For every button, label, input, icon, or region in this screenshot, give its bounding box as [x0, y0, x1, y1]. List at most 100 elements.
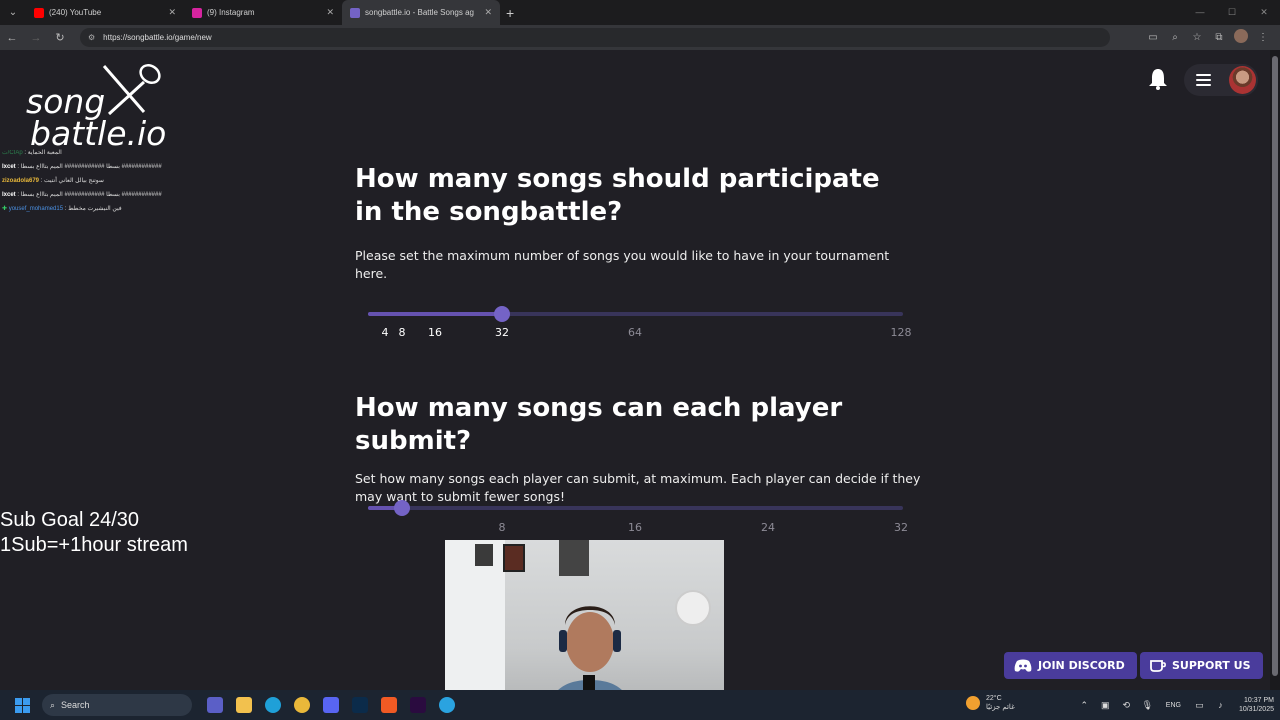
slider-fill [368, 312, 502, 316]
windows-start-icon[interactable] [8, 697, 36, 713]
sub-goal-overlay: Sub Goal 24/30 1Sub=+1hour stream [0, 508, 188, 558]
support-us-button[interactable]: SUPPORT US [1140, 652, 1263, 679]
tick-label: 16 [428, 326, 442, 339]
tick-label: 24 [761, 521, 775, 534]
reload-icon[interactable]: ↻ [48, 31, 72, 44]
sub-goal-note: 1Sub=+1hour stream [0, 534, 188, 556]
display-icon[interactable]: ▭ [1189, 700, 1210, 711]
avatar [1227, 64, 1258, 96]
songs-per-player-ticks: 8 16 24 32 [368, 521, 913, 535]
max-songs-section: How many songs should participate in the… [355, 163, 915, 283]
user-menu-button[interactable] [1184, 64, 1258, 96]
close-icon[interactable]: ✕ [168, 7, 176, 18]
join-discord-label: JOIN DISCORD [1038, 659, 1125, 672]
site-info-icon[interactable]: ⚙ [88, 33, 95, 42]
edge-icon[interactable] [258, 697, 287, 713]
max-songs-ticks: 4 8 16 32 64 128 [368, 326, 913, 340]
max-songs-slider[interactable] [368, 306, 903, 322]
tick-label: 32 [894, 521, 908, 534]
telegram-icon[interactable] [432, 697, 461, 713]
microphone-logo-icon [102, 64, 161, 116]
chat-message: ✚ yousef_mohamed15 : فين النيشيرت مخطط [2, 206, 122, 212]
songs-per-player-title: How many songs can each player submit? [355, 393, 843, 456]
cast-icon[interactable]: ▭ [1142, 32, 1164, 43]
taskbar-search-input[interactable]: ⌕ Search [42, 694, 192, 716]
weather-widget[interactable]: 22°C غائم جزئيًا [966, 694, 1015, 712]
back-icon[interactable]: ← [0, 32, 24, 44]
brave-icon[interactable] [374, 697, 403, 713]
notification-bell-icon[interactable] [1148, 68, 1168, 90]
max-songs-title: How many songs should participate in the… [355, 164, 880, 227]
tray-app-icon[interactable]: ⟲ [1116, 700, 1137, 711]
tab-songbattle[interactable]: songbattle.io - Battle Songs ag ✕ [342, 0, 500, 25]
weather-text: غائم جزئيًا [986, 704, 1015, 711]
clock[interactable]: 10:37 PM 10/31/2025 [1239, 696, 1274, 714]
tab-title: (240) YouTube [49, 8, 102, 17]
tab-instagram[interactable]: (9) Instagram ✕ [184, 0, 342, 25]
tab-title: (9) Instagram [207, 8, 255, 17]
join-discord-button[interactable]: JOIN DISCORD [1004, 652, 1137, 679]
slider-handle[interactable] [394, 500, 410, 516]
sub-goal-line: Sub Goal 24/30 [0, 509, 139, 531]
tab-search-icon[interactable]: ⌄ [0, 0, 26, 25]
tick-label: 64 [628, 326, 642, 339]
system-tray: ⌃ ▣ ⟲ 🎙 ENG ▭ ♪ 10:37 PM 10/31/2025 [1074, 690, 1275, 720]
slider-handle[interactable] [494, 306, 510, 322]
browser-tabbar: ⌄ (240) YouTube ✕ (9) Instagram ✕ songba… [0, 0, 1280, 25]
maximize-icon[interactable]: ☐ [1216, 0, 1248, 25]
close-window-icon[interactable]: ✕ [1248, 0, 1280, 25]
minimize-icon[interactable]: — [1184, 0, 1216, 25]
taskbar-search-label: Search [61, 700, 90, 710]
instagram-icon [192, 7, 202, 18]
extensions-icon[interactable]: ⧉ [1208, 32, 1230, 43]
forward-icon[interactable]: → [24, 32, 48, 44]
chevron-up-icon[interactable]: ⌃ [1074, 700, 1095, 711]
hamburger-menu-icon [1196, 71, 1212, 89]
kofi-cup-icon [1150, 660, 1166, 672]
tab-youtube[interactable]: (240) YouTube ✕ [26, 0, 184, 25]
more-menu-icon[interactable]: ⋮ [1252, 32, 1274, 43]
microphone-icon[interactable]: 🎙 [1137, 700, 1158, 711]
zoom-icon[interactable]: ⌕ [1164, 32, 1186, 43]
address-bar: ← → ↻ ⚙ https://songbattle.io/game/new ▭… [0, 25, 1280, 50]
songbattle-icon [350, 7, 360, 18]
tab-title: songbattle.io - Battle Songs ag [365, 8, 474, 17]
temperature: 22°C [986, 695, 1002, 702]
premiere-icon[interactable] [403, 697, 432, 713]
youtube-icon [34, 7, 44, 18]
chat-message: lxcet : بسطا ############ الميم بتاااع ب… [2, 164, 162, 170]
songs-per-player-section: How many songs can each player submit? S… [355, 392, 925, 506]
time: 10:37 PM [1244, 697, 1274, 704]
discord-icon [1014, 659, 1032, 672]
discord-app-icon[interactable] [316, 697, 345, 713]
tick-label: 128 [890, 326, 912, 339]
window-controls: — ☐ ✕ [1184, 0, 1280, 25]
tick-label: 32 [495, 326, 509, 339]
chat-message: zizoadola679 : سوتنج بيالل العاني أنتيت [2, 178, 104, 184]
weather-icon [966, 696, 980, 710]
profile-avatar[interactable] [1230, 29, 1252, 46]
tick-label: 16 [628, 521, 642, 534]
songbattle-logo[interactable]: song battle.io [26, 62, 176, 157]
stream-chat-overlay: ت/CIAp : المعبة الحماية lxcet : بسطا ###… [2, 146, 192, 216]
volume-icon[interactable]: ♪ [1210, 700, 1231, 710]
file-explorer-icon[interactable] [229, 697, 258, 713]
bookmark-star-icon[interactable]: ☆ [1186, 32, 1208, 43]
support-us-label: SUPPORT US [1172, 659, 1251, 672]
songs-per-player-slider[interactable] [368, 500, 903, 516]
close-icon[interactable]: ✕ [326, 7, 334, 18]
teams-icon[interactable] [200, 697, 229, 713]
tray-app-icon[interactable]: ▣ [1095, 700, 1116, 711]
search-icon: ⌕ [50, 699, 56, 710]
photoshop-icon[interactable] [345, 697, 374, 713]
language-indicator[interactable]: ENG [1166, 702, 1181, 709]
tick-label: 8 [398, 326, 406, 339]
tick-label: 4 [381, 326, 389, 339]
page-scrollbar[interactable] [1270, 50, 1280, 690]
chrome-icon[interactable] [287, 697, 316, 713]
url-input[interactable]: ⚙ https://songbattle.io/game/new [80, 28, 1110, 47]
chat-message: ت/CIAp : المعبة الحماية [2, 150, 62, 156]
new-tab-icon[interactable]: + [506, 5, 514, 21]
max-songs-description: Please set the maximum number of songs y… [355, 248, 890, 281]
close-icon[interactable]: ✕ [484, 7, 492, 18]
